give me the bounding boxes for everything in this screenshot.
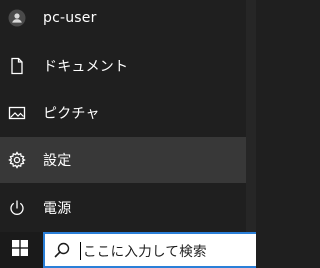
power-label: 電源 xyxy=(43,201,72,217)
windows-logo-icon xyxy=(12,240,28,260)
document-icon xyxy=(8,57,26,75)
power-button[interactable]: 電源 xyxy=(0,185,246,231)
search-box[interactable]: ここに入力して検索 xyxy=(43,232,256,268)
user-account-button[interactable]: pc-user xyxy=(0,0,246,41)
pictures-icon xyxy=(8,104,26,122)
search-icon xyxy=(54,242,70,258)
taskbar: ここに入力して検索 xyxy=(0,232,256,268)
start-menu: pc-user ドキュメント ピクチャ 設定 電源 xyxy=(0,0,256,232)
settings-label: 設定 xyxy=(43,153,72,169)
menu-edge-strip xyxy=(246,0,256,232)
user-name-label: pc-user xyxy=(43,10,97,26)
power-icon xyxy=(8,199,26,217)
documents-button[interactable]: ドキュメント xyxy=(0,43,246,89)
text-caret xyxy=(80,242,81,260)
pictures-label: ピクチャ xyxy=(43,106,100,122)
documents-label: ドキュメント xyxy=(43,59,129,75)
settings-button[interactable]: 設定 xyxy=(0,137,246,183)
gear-icon xyxy=(8,151,26,169)
search-input[interactable]: ここに入力して検索 xyxy=(83,240,207,260)
pictures-button[interactable]: ピクチャ xyxy=(0,90,246,136)
user-avatar-icon xyxy=(8,9,26,27)
start-button[interactable] xyxy=(0,232,40,268)
